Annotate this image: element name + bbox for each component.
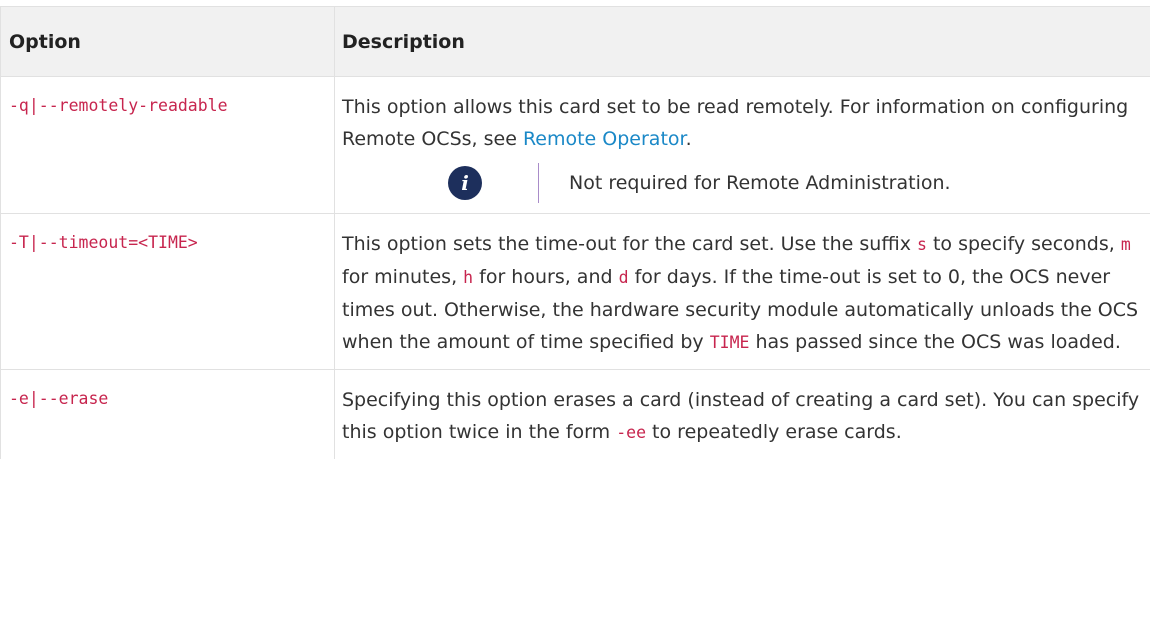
- options-table: Option Description -q|--remotely-readabl…: [0, 6, 1150, 459]
- inline-code: s: [917, 235, 927, 254]
- option-cell: -T|--timeout=<TIME>: [0, 213, 335, 370]
- inline-code: TIME: [709, 333, 750, 352]
- remote-operator-link[interactable]: Remote Operator: [523, 128, 686, 150]
- option-code: -e|--erase: [9, 389, 109, 408]
- inline-code: d: [618, 268, 629, 287]
- note-icon-wrap: i: [342, 166, 510, 200]
- inline-code: h: [463, 268, 474, 287]
- note-divider: [538, 163, 539, 203]
- option-code: -T|--timeout=<TIME>: [9, 233, 198, 252]
- description-fragment: .: [685, 128, 692, 150]
- info-icon: i: [448, 166, 482, 200]
- description-text: This option sets the time-out for the ca…: [342, 228, 1142, 359]
- option-cell: -q|--remotely-readable: [0, 76, 335, 214]
- description-fragment: This option allows this card set to be r…: [342, 96, 1129, 150]
- description-fragment: This option sets the time-out for the ca…: [342, 233, 917, 255]
- note-admonition: i Not required for Remote Administration…: [342, 163, 1142, 203]
- description-text: Specifying this option erases a card (in…: [342, 384, 1142, 449]
- option-code: -q|--remotely-readable: [9, 96, 228, 115]
- description-cell: This option sets the time-out for the ca…: [334, 213, 1150, 370]
- note-text: Not required for Remote Administration.: [569, 172, 951, 194]
- inline-code: -ee: [616, 423, 647, 442]
- header-option: Option: [0, 6, 335, 77]
- description-fragment: has passed since the OCS was loaded.: [749, 331, 1121, 353]
- table-header-row: Option Description: [0, 6, 1150, 77]
- description-fragment: to specify seconds,: [926, 233, 1121, 255]
- description-fragment: for minutes,: [342, 266, 464, 288]
- table-row: -e|--erase Specifying this option erases…: [0, 369, 1150, 459]
- table-row: -q|--remotely-readable This option allow…: [0, 76, 1150, 214]
- description-cell: Specifying this option erases a card (in…: [334, 369, 1150, 459]
- description-fragment: to repeatedly erase cards.: [646, 421, 902, 443]
- option-cell: -e|--erase: [0, 369, 335, 459]
- description-cell: This option allows this card set to be r…: [334, 76, 1150, 214]
- header-description: Description: [334, 6, 1150, 77]
- inline-code: m: [1120, 235, 1131, 254]
- description-fragment: for hours, and: [473, 266, 619, 288]
- table-row: -T|--timeout=<TIME> This option sets the…: [0, 213, 1150, 370]
- description-text: This option allows this card set to be r…: [342, 91, 1142, 155]
